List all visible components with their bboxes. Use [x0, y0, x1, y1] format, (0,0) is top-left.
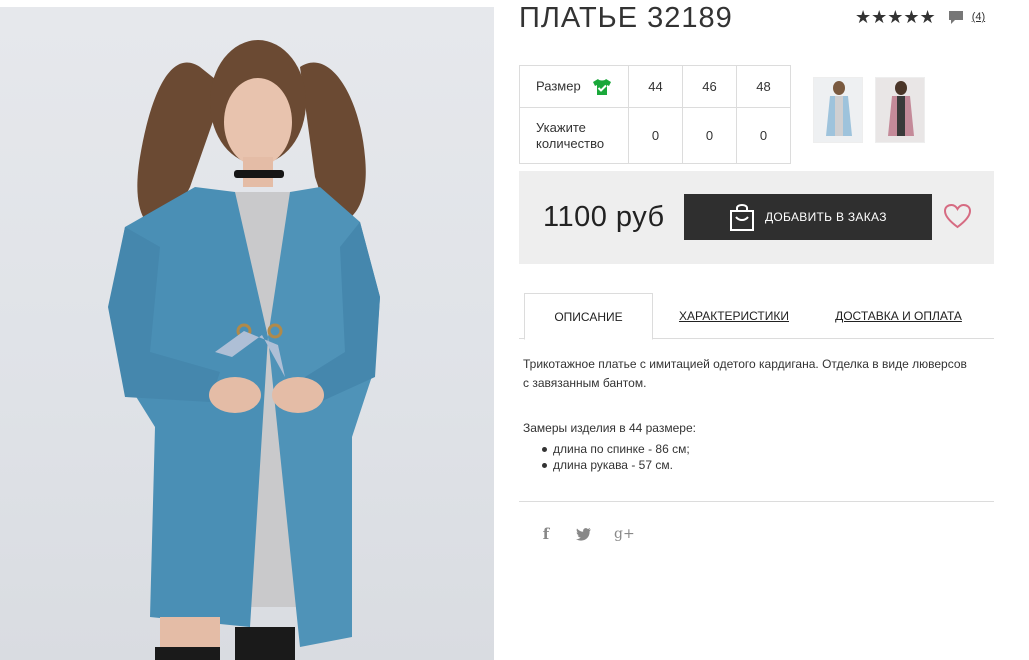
quantity-label-cell: Укажите количество	[519, 107, 629, 164]
add-to-order-button[interactable]: ДОБАВИТЬ В ЗАКАЗ	[684, 194, 932, 240]
google-plus-icon[interactable]: g+	[614, 526, 635, 542]
add-to-order-label: ДОБАВИТЬ В ЗАКАЗ	[765, 210, 887, 224]
tab-description[interactable]: ОПИСАНИЕ	[524, 293, 653, 340]
quantity-label-line1: Укажите	[536, 119, 586, 135]
variant-pink-image	[888, 81, 914, 136]
quantity-label-line2: количество	[536, 135, 605, 151]
social-share: f g+	[538, 525, 635, 543]
divider	[519, 501, 994, 502]
product-rating: ★★★★★ (4)	[855, 8, 985, 26]
size-row: Размер 44 46 48	[519, 65, 791, 108]
size-48: 48	[736, 65, 791, 108]
comment-icon[interactable]	[947, 8, 965, 26]
size-quantity-table: Размер 44 46 48 Укажите количество 0 0 0	[519, 65, 791, 164]
price-block: 1100 руб ДОБАВИТЬ В ЗАКАЗ	[519, 171, 994, 264]
quantity-input-46[interactable]: 0	[682, 107, 737, 164]
shopping-bag-icon	[730, 204, 754, 231]
color-variant-thumbnail-pink[interactable]	[875, 77, 925, 143]
review-count-link[interactable]: (4)	[972, 11, 985, 23]
twitter-icon[interactable]	[576, 527, 592, 541]
product-description: Трикотажное платье с имитацией одетого к…	[523, 357, 967, 390]
size-label-cell: Размер	[519, 65, 629, 108]
size-label: Размер	[536, 77, 581, 93]
price: 1100 руб	[543, 201, 665, 233]
wishlist-heart-icon[interactable]	[944, 204, 971, 229]
tab-characteristics[interactable]: ХАРАКТЕРИСТИКИ	[669, 293, 799, 339]
rating-stars[interactable]: ★★★★★	[855, 8, 936, 26]
size-chart-shirt-icon[interactable]	[592, 78, 612, 96]
list-item: длина по спинке - 86 см;	[542, 442, 690, 456]
size-46: 46	[682, 65, 737, 108]
list-item: длина рукава - 57 см.	[542, 457, 690, 473]
facebook-icon[interactable]: f	[538, 525, 554, 543]
product-main-image[interactable]	[0, 7, 494, 660]
variant-blue-image	[826, 81, 852, 136]
tab-delivery-payment[interactable]: ДОСТАВКА И ОПЛАТА	[831, 293, 966, 339]
quantity-input-44[interactable]: 0	[628, 107, 683, 164]
size-44: 44	[628, 65, 683, 108]
measurements-list: длина по спинке - 86 см; длина рукава - …	[542, 441, 690, 473]
color-variant-thumbnail-blue[interactable]	[813, 77, 863, 143]
quantity-input-48[interactable]: 0	[736, 107, 791, 164]
model-illustration	[108, 40, 380, 660]
product-tabs: ОПИСАНИЕ ХАРАКТЕРИСТИКИ ДОСТАВКА И ОПЛАТ…	[519, 293, 994, 340]
quantity-row: Укажите количество 0 0 0	[519, 107, 791, 164]
product-title: ПЛАТЬЕ 32189	[519, 2, 733, 34]
measurements-title: Замеры изделия в 44 размере:	[523, 421, 696, 435]
